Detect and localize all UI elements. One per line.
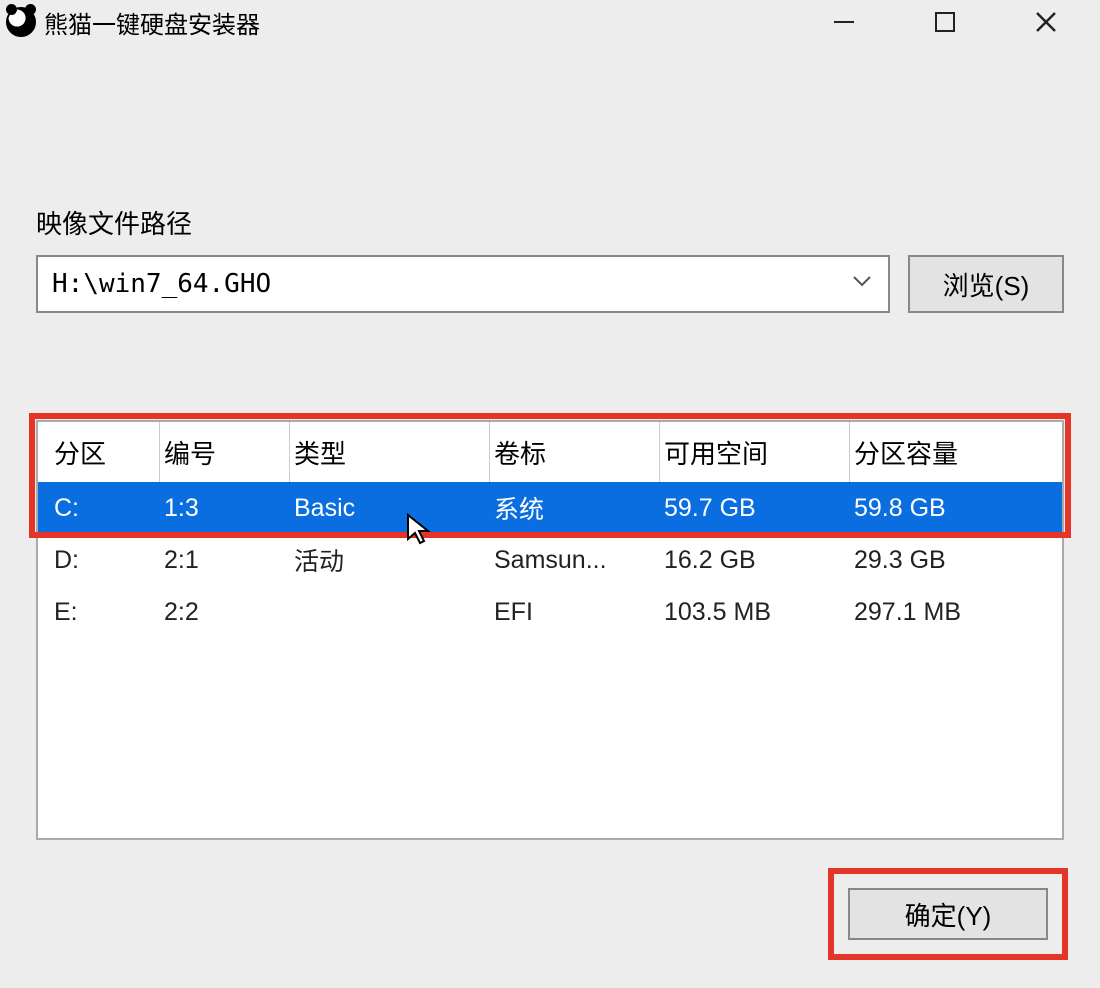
chevron-down-icon [850,269,874,300]
close-button[interactable] [1028,4,1064,40]
minimize-button[interactable] [826,4,862,40]
window-title: 熊猫一键硬盘安装器 [44,5,260,40]
cell-capacity: 59.8 GB [850,494,1062,523]
title-bar: 熊猫一键硬盘安装器 [0,0,1100,44]
cell-number: 1:3 [160,494,290,523]
window-controls [826,4,1094,40]
browse-button[interactable]: 浏览(S) [908,255,1064,313]
cell-free: 16.2 GB [660,546,850,575]
window-body: 映像文件路径 H:\win7_64.GHO 浏览(S) [0,44,1100,313]
table-row[interactable]: D:2:1活动Samsun...16.2 GB29.3 GB [38,534,1062,586]
col-partition[interactable]: 分区 [50,422,160,482]
cell-free: 103.5 MB [660,598,850,627]
image-path-row: H:\win7_64.GHO 浏览(S) [36,255,1064,313]
maximize-button[interactable] [927,4,963,40]
table-row[interactable]: E:2:2 EFI103.5 MB297.1 MB [38,586,1062,638]
image-path-value: H:\win7_64.GHO [52,269,271,299]
cell-type: Basic [290,494,490,523]
image-path-label: 映像文件路径 [36,204,1064,241]
cell-free: 59.7 GB [660,494,850,523]
cell-partition: E: [50,598,160,627]
cell-capacity: 297.1 MB [850,598,1062,627]
col-type[interactable]: 类型 [290,422,490,482]
cell-volume: Samsun... [490,546,660,575]
cell-type: 活动 [290,542,490,578]
table-row[interactable]: C:1:3Basic系统59.7 GB59.8 GB [38,482,1062,534]
table-header: 分区 编号 类型 卷标 可用空间 分区容量 [38,422,1062,482]
highlight-rectangle-ok: 确定(Y) [828,868,1068,960]
cell-number: 2:1 [160,546,290,575]
col-capacity[interactable]: 分区容量 [850,422,1062,482]
partition-table: 分区 编号 类型 卷标 可用空间 分区容量 C:1:3Basic系统59.7 G… [36,420,1064,840]
ok-button[interactable]: 确定(Y) [848,888,1048,940]
app-window: 熊猫一键硬盘安装器 映像文件路径 H:\win7_64.GHO 浏览(S) [0,0,1100,988]
cell-volume: 系统 [490,490,660,526]
cell-volume: EFI [490,598,660,627]
cell-capacity: 29.3 GB [850,546,1062,575]
image-path-dropdown[interactable]: H:\win7_64.GHO [36,255,890,313]
col-free[interactable]: 可用空间 [660,422,850,482]
cell-partition: C: [50,494,160,523]
panda-icon [6,7,36,37]
col-number[interactable]: 编号 [160,422,290,482]
cell-partition: D: [50,546,160,575]
col-volume[interactable]: 卷标 [490,422,660,482]
table-body: C:1:3Basic系统59.7 GB59.8 GBD:2:1活动Samsun.… [38,482,1062,638]
cell-number: 2:2 [160,598,290,627]
